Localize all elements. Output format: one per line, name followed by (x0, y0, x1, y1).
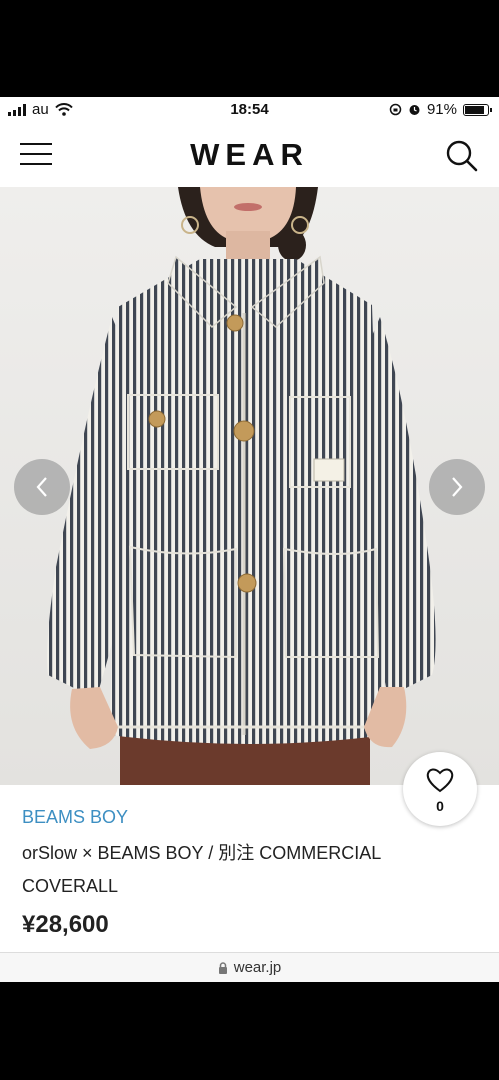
chevron-right-icon (452, 477, 463, 497)
product-image[interactable] (0, 187, 499, 785)
product-photo-illustration (0, 187, 499, 785)
status-bar: au 18:54 91% (0, 97, 499, 123)
heart-icon (426, 768, 454, 793)
product-title: orSlow × BEAMS BOY / 別注 COMMERCIAL COVER… (22, 843, 381, 896)
chevron-left-icon (36, 477, 47, 497)
status-right: 91% (389, 101, 492, 118)
next-image-button[interactable] (429, 459, 485, 515)
battery-icon (463, 103, 492, 116)
orientation-lock-icon (389, 103, 402, 116)
previous-image-button[interactable] (14, 459, 70, 515)
phone-screen: au 18:54 91% WEAR 0 BEAMS BOY orSlow × B… (0, 97, 499, 982)
lock-icon (218, 962, 227, 975)
brand-link[interactable]: BEAMS BOY (22, 807, 128, 828)
favorite-button[interactable]: 0 (403, 752, 477, 826)
site-header: WEAR (0, 123, 499, 188)
search-icon[interactable] (445, 139, 479, 173)
alarm-icon (409, 105, 420, 115)
battery-percent: 91% (426, 101, 457, 118)
url-text: wear.jp (233, 959, 282, 976)
browser-url-bar[interactable]: wear.jp (0, 952, 499, 982)
favorite-count: 0 (436, 798, 444, 814)
product-price: ¥28,600 (22, 911, 109, 938)
site-logo[interactable]: WEAR (0, 137, 499, 173)
